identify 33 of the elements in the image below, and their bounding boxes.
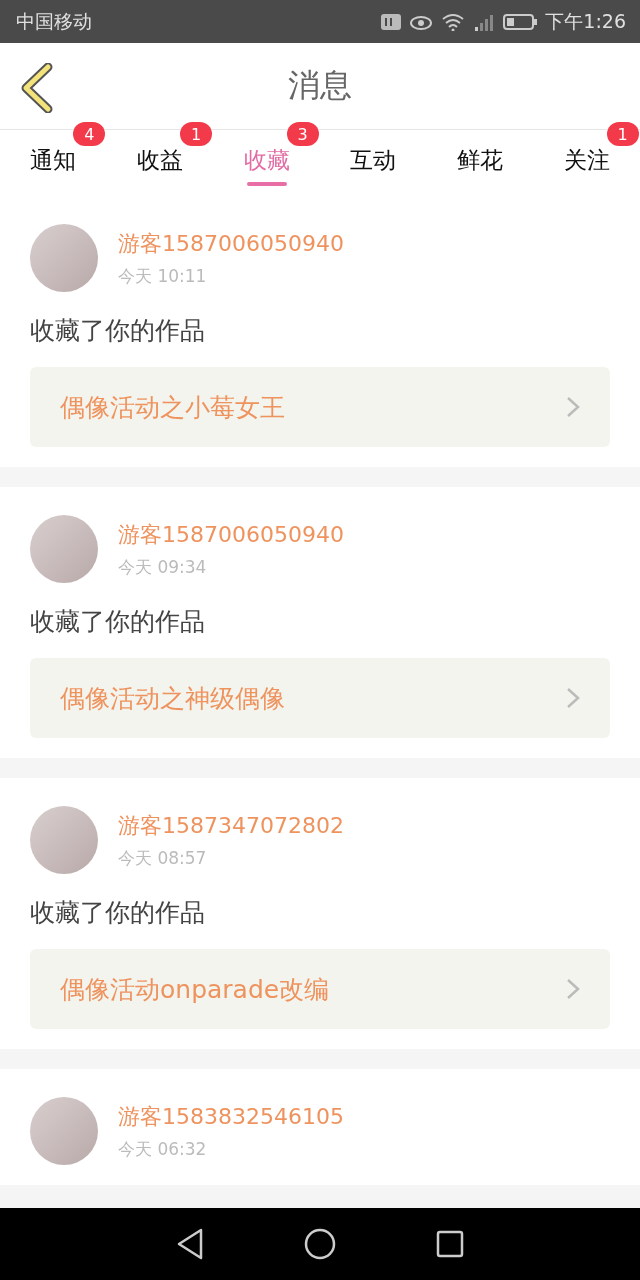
- signal-icon: [473, 12, 496, 31]
- clock-time: 下午1:26: [545, 8, 626, 34]
- user-name[interactable]: 游客1587006050940: [118, 228, 344, 259]
- message-text: 收藏了你的作品: [30, 897, 206, 929]
- user-name[interactable]: 游客1587347072802: [118, 810, 344, 841]
- message-text: 收藏了你的作品: [30, 606, 206, 638]
- chevron-icon: [566, 396, 580, 418]
- user-name[interactable]: 游客1583832546105: [118, 1101, 344, 1132]
- message-time: 今天 06:32: [118, 1137, 208, 1161]
- page-title: 消息: [288, 65, 352, 106]
- message-time: 今天 09:34: [118, 555, 208, 579]
- chevron-icon: [566, 687, 580, 709]
- message-text: 收藏了你的作品: [30, 315, 206, 347]
- recents-icon[interactable]: [436, 1230, 464, 1258]
- tab[interactable]: 鲜花: [451, 130, 509, 196]
- wifi-icon: [441, 12, 466, 31]
- eye-icon: [409, 13, 434, 30]
- battery-icon: [503, 13, 538, 30]
- home-icon[interactable]: [304, 1228, 336, 1260]
- count-badge: 1: [180, 122, 212, 146]
- user-name[interactable]: 游客1587006050940: [118, 519, 344, 550]
- count-badge: 4: [73, 122, 106, 146]
- count-badge: 3: [286, 122, 319, 146]
- work-link[interactable]: 偶像活动之小莓女王: [30, 367, 610, 447]
- message-time: 今天 10:11: [118, 264, 208, 288]
- carrier-name: 中国移动: [16, 8, 92, 34]
- back-icon[interactable]: [20, 63, 54, 113]
- count-badge: 1: [606, 122, 639, 146]
- work-link[interactable]: 偶像活动之神级偶像: [30, 658, 610, 738]
- tab[interactable]: 互动: [344, 130, 403, 196]
- work-link[interactable]: 偶像活动onparade改编: [30, 949, 610, 1029]
- chevron-icon: [566, 978, 580, 1000]
- message-time: 今天 08:57: [118, 846, 208, 870]
